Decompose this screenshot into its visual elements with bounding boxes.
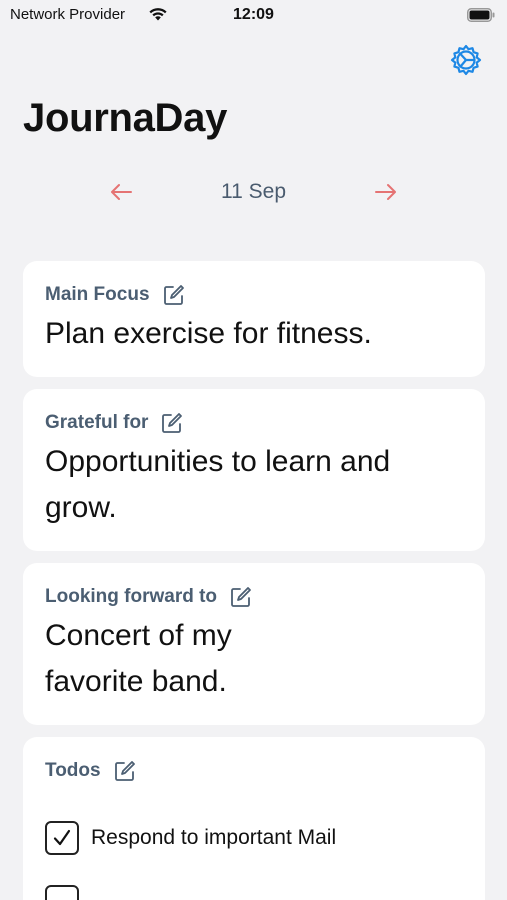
- current-date: 11 Sep: [221, 180, 286, 203]
- battery-icon: [467, 8, 495, 22]
- grateful-card: Grateful for Opportunities to learn and …: [23, 389, 485, 551]
- settings-button[interactable]: [448, 42, 484, 78]
- status-bar: Network Provider 12:09: [0, 0, 507, 32]
- edit-todos-button[interactable]: [113, 759, 137, 783]
- checkmark-icon: [53, 829, 71, 846]
- todos-header: Todos: [45, 759, 137, 783]
- main-focus-card: Main Focus Plan exercise for fitness.: [23, 261, 485, 377]
- edit-icon: [231, 587, 251, 607]
- edit-icon: [114, 761, 135, 781]
- status-time: 12:09: [233, 6, 274, 23]
- todo-checkbox[interactable]: [45, 885, 79, 900]
- todo-text: Respond to important Mail: [91, 826, 337, 849]
- todo-checkbox[interactable]: [45, 821, 79, 855]
- grateful-text[interactable]: Opportunities to learn and grow.: [45, 439, 425, 531]
- edit-icon: [163, 285, 184, 305]
- edit-grateful-button[interactable]: [160, 411, 184, 435]
- main-focus-header: Main Focus: [45, 283, 186, 307]
- todos-card: Todos Respond to important Mail: [23, 737, 485, 900]
- looking-forward-label: Looking forward to: [45, 586, 218, 607]
- app-title: JournaDay: [23, 96, 228, 140]
- date-navigation: 11 Sep: [0, 172, 507, 212]
- arrow-right-icon: [375, 184, 396, 200]
- todo-item-partial[interactable]: [45, 885, 79, 900]
- gear-icon: [450, 44, 482, 76]
- main-focus-label: Main Focus: [45, 284, 150, 305]
- looking-forward-header: Looking forward to: [45, 585, 253, 609]
- next-day-button[interactable]: [371, 178, 401, 206]
- todos-label: Todos: [45, 760, 101, 781]
- looking-forward-card: Looking forward to Concert of my favorit…: [23, 563, 485, 725]
- main-focus-text[interactable]: Plan exercise for fitness.: [45, 311, 465, 357]
- grateful-label: Grateful for: [45, 412, 149, 433]
- todo-item[interactable]: Respond to important Mail: [45, 821, 336, 855]
- app-screen: Network Provider 12:09 JournaDay 11 Sep …: [0, 0, 507, 900]
- edit-main-focus-button[interactable]: [162, 283, 186, 307]
- grateful-header: Grateful for: [45, 411, 184, 435]
- looking-forward-text[interactable]: Concert of my favorite band.: [45, 613, 305, 705]
- edit-icon: [162, 413, 183, 433]
- edit-looking-forward-button[interactable]: [229, 585, 253, 609]
